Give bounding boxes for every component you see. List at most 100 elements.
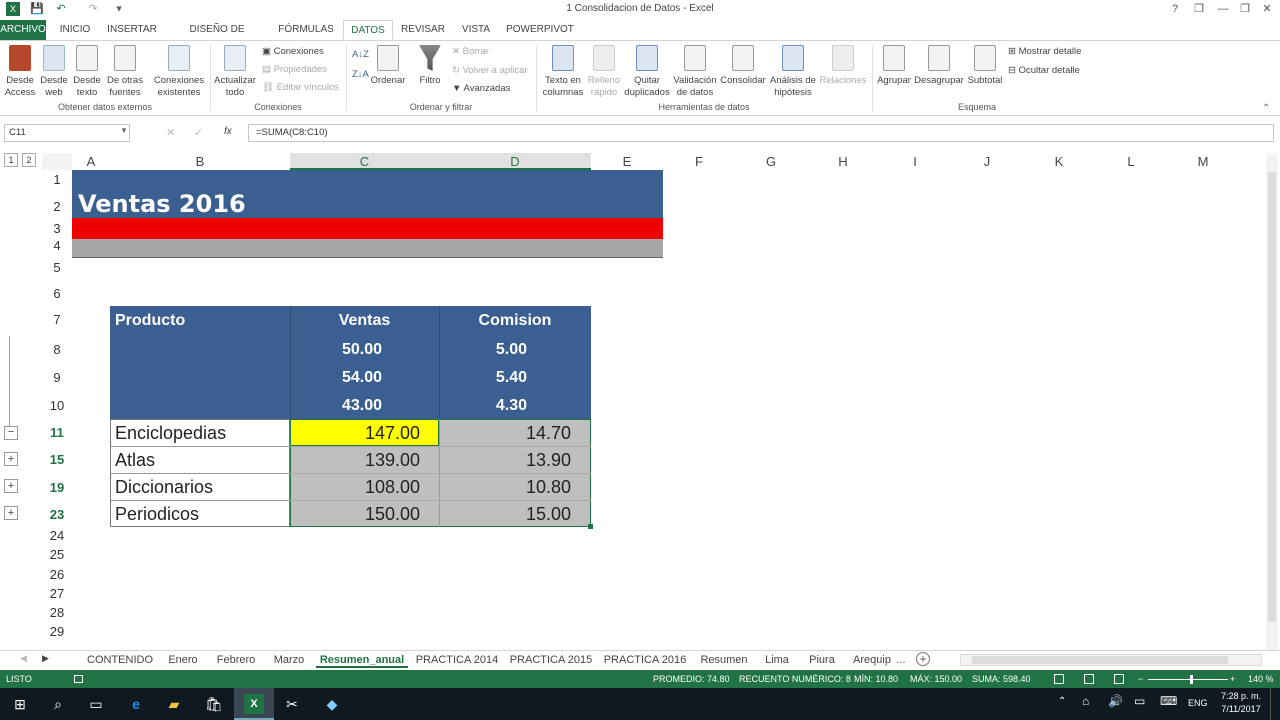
tab-powerpivot[interactable]: POWERPIVOT	[504, 20, 576, 40]
row-header[interactable]: 26	[42, 567, 72, 582]
outline-level-2-button[interactable]: 2	[22, 153, 36, 167]
status-count[interactable]: RECUENTO NUMÉRICO: 8	[739, 670, 851, 688]
detail-sales-cell[interactable]: 43.00	[290, 397, 382, 415]
subtotal-button[interactable]: Subtotal	[964, 45, 1006, 87]
product-cell[interactable]: Atlas	[115, 450, 155, 471]
cancel-icon[interactable]: ✕	[166, 126, 175, 139]
from-web-button[interactable]: Desde web	[38, 45, 70, 99]
from-text-button[interactable]: Desde texto	[71, 45, 103, 99]
sheet-tab-resumen[interactable]: Resumen	[696, 652, 752, 668]
excel-taskbar-icon[interactable]: X	[244, 694, 264, 714]
row-header[interactable]: 2	[42, 199, 72, 214]
show-desktop-button[interactable]	[1270, 688, 1271, 720]
show-hidden-icons-icon[interactable]: ⌃	[1058, 696, 1066, 707]
minimize-button[interactable]: —	[1214, 2, 1232, 16]
redo-icon[interactable]: ↷	[86, 2, 100, 16]
column-header-g[interactable]: G	[735, 153, 807, 170]
sheet-tab-febrero[interactable]: Febrero	[210, 652, 262, 668]
prev-sheet-icon[interactable]: ◀	[20, 653, 27, 664]
column-header-a[interactable]: A	[72, 153, 110, 170]
detail-commission-cell[interactable]: 5.00	[439, 341, 527, 359]
row-header[interactable]: 29	[42, 624, 72, 639]
tab-inicio[interactable]: INICIO	[54, 20, 96, 40]
fill-handle[interactable]	[588, 524, 593, 529]
row-header[interactable]: 4	[42, 238, 72, 253]
column-header-j[interactable]: J	[951, 153, 1023, 170]
sheet-tab-practica-2015[interactable]: PRACTICA 2015	[508, 652, 594, 668]
status-max[interactable]: MÁX: 150.00	[910, 670, 962, 688]
add-sheet-button[interactable]: +	[916, 652, 930, 666]
sheet-tab-contenido[interactable]: CONTENIDO	[84, 652, 156, 668]
column-header-l[interactable]: L	[1095, 153, 1167, 170]
expand-group-button[interactable]: +	[4, 479, 18, 493]
horizontal-scroll-thumb[interactable]	[972, 656, 1228, 664]
show-detail-button[interactable]: ⊞ Mostrar detalle	[1008, 46, 1081, 58]
row-header[interactable]: 19	[42, 480, 72, 495]
status-average[interactable]: PROMEDIO: 74.80	[653, 670, 730, 688]
row-header[interactable]: 10	[42, 398, 72, 413]
collapse-ribbon-icon[interactable]: ⌃	[1262, 103, 1270, 114]
macro-record-icon[interactable]	[74, 675, 83, 683]
page-layout-view-icon[interactable]	[1084, 674, 1094, 684]
ribbon-display-button[interactable]: ❐	[1190, 2, 1208, 16]
column-header-e[interactable]: E	[591, 153, 663, 170]
customize-quick-access-icon[interactable]: ▾	[112, 2, 126, 16]
sheet-tab-resumen-anual[interactable]: Resumen_anual	[316, 652, 408, 668]
product-cell[interactable]: Enciclopedias	[115, 423, 226, 444]
commission-cell[interactable]: 14.70	[439, 423, 571, 444]
sheet-tab-arequipa[interactable]: Arequip	[850, 652, 894, 668]
filter-button[interactable]: Filtro	[414, 45, 446, 87]
sort-za-icon[interactable]: Z↓A	[352, 69, 369, 81]
column-header-h[interactable]: H	[807, 153, 879, 170]
text-to-columns-button[interactable]: Texto en columnas	[540, 45, 586, 99]
tab-archivo[interactable]: ARCHIVO	[0, 20, 46, 40]
tab-revisar[interactable]: REVISAR	[398, 20, 448, 40]
group-button[interactable]: Agrupar	[874, 45, 914, 87]
formula-input[interactable]: =SUMA(C8:C10)	[248, 124, 1274, 142]
other-sources-button[interactable]: De otras fuentes	[104, 45, 146, 99]
edit-links-button[interactable]: ⛓ Editar vínculos	[262, 82, 339, 94]
row-header[interactable]: 9	[42, 370, 72, 385]
sales-cell[interactable]: 147.00	[290, 423, 420, 444]
expand-group-button[interactable]: +	[4, 452, 18, 466]
row-header[interactable]: 1	[42, 172, 72, 187]
collapse-group-button[interactable]: −	[4, 426, 18, 440]
ungroup-button[interactable]: Desagrupar	[914, 45, 964, 87]
sort-button[interactable]: Ordenar	[368, 45, 408, 87]
zoom-in-button[interactable]: +	[1230, 670, 1235, 688]
snipping-tool-icon[interactable]: ✂	[282, 694, 302, 714]
status-min[interactable]: MÍN: 10.80	[854, 670, 898, 688]
more-sheets-button[interactable]: ...	[894, 652, 908, 668]
enter-icon[interactable]: ✓	[194, 126, 203, 139]
action-center-icon[interactable]: ▭	[1134, 694, 1145, 708]
clock-date[interactable]: 7/11/2017	[1220, 704, 1262, 714]
help-button[interactable]: ?	[1166, 2, 1184, 16]
file-explorer-icon[interactable]: ▰	[164, 694, 184, 714]
keyboard-icon[interactable]: ⌨	[1160, 694, 1177, 708]
advanced-filter-button[interactable]: ▼ Avanzadas	[452, 83, 510, 95]
tab-vista[interactable]: VISTA	[454, 20, 498, 40]
remove-duplicates-button[interactable]: Quitar duplicados	[622, 45, 672, 99]
commission-cell[interactable]: 15.00	[439, 504, 571, 525]
language-indicator[interactable]: ENG	[1188, 698, 1208, 708]
row-header[interactable]: 8	[42, 342, 72, 357]
row-header[interactable]: 11	[42, 425, 72, 440]
consolidate-button[interactable]: Consolidar	[718, 45, 768, 87]
tab-diseno-pagina[interactable]: DISEÑO DE PÁGINA	[170, 20, 264, 55]
column-header-f[interactable]: F	[663, 153, 735, 170]
undo-icon[interactable]: ↶	[54, 2, 68, 16]
tab-datos[interactable]: DATOS	[343, 20, 393, 40]
detail-sales-cell[interactable]: 50.00	[290, 341, 382, 359]
reapply-filter-button[interactable]: ↻ Volver a aplicar	[452, 65, 528, 77]
row-header[interactable]: 27	[42, 586, 72, 601]
row-header[interactable]: 24	[42, 528, 72, 543]
sales-cell[interactable]: 139.00	[290, 450, 420, 471]
task-view-icon[interactable]: ▭	[86, 694, 106, 714]
app-taskbar-icon[interactable]: ◆	[322, 694, 342, 714]
sales-cell[interactable]: 108.00	[290, 477, 420, 498]
close-button[interactable]: ✕	[1258, 2, 1276, 16]
what-if-button[interactable]: Análisis de hipótesis	[768, 45, 818, 99]
sheet-tab-practica-2014[interactable]: PRACTICA 2014	[414, 652, 500, 668]
relations-button[interactable]: Relaciones	[818, 45, 868, 87]
tab-formulas[interactable]: FÓRMULAS	[274, 20, 338, 40]
